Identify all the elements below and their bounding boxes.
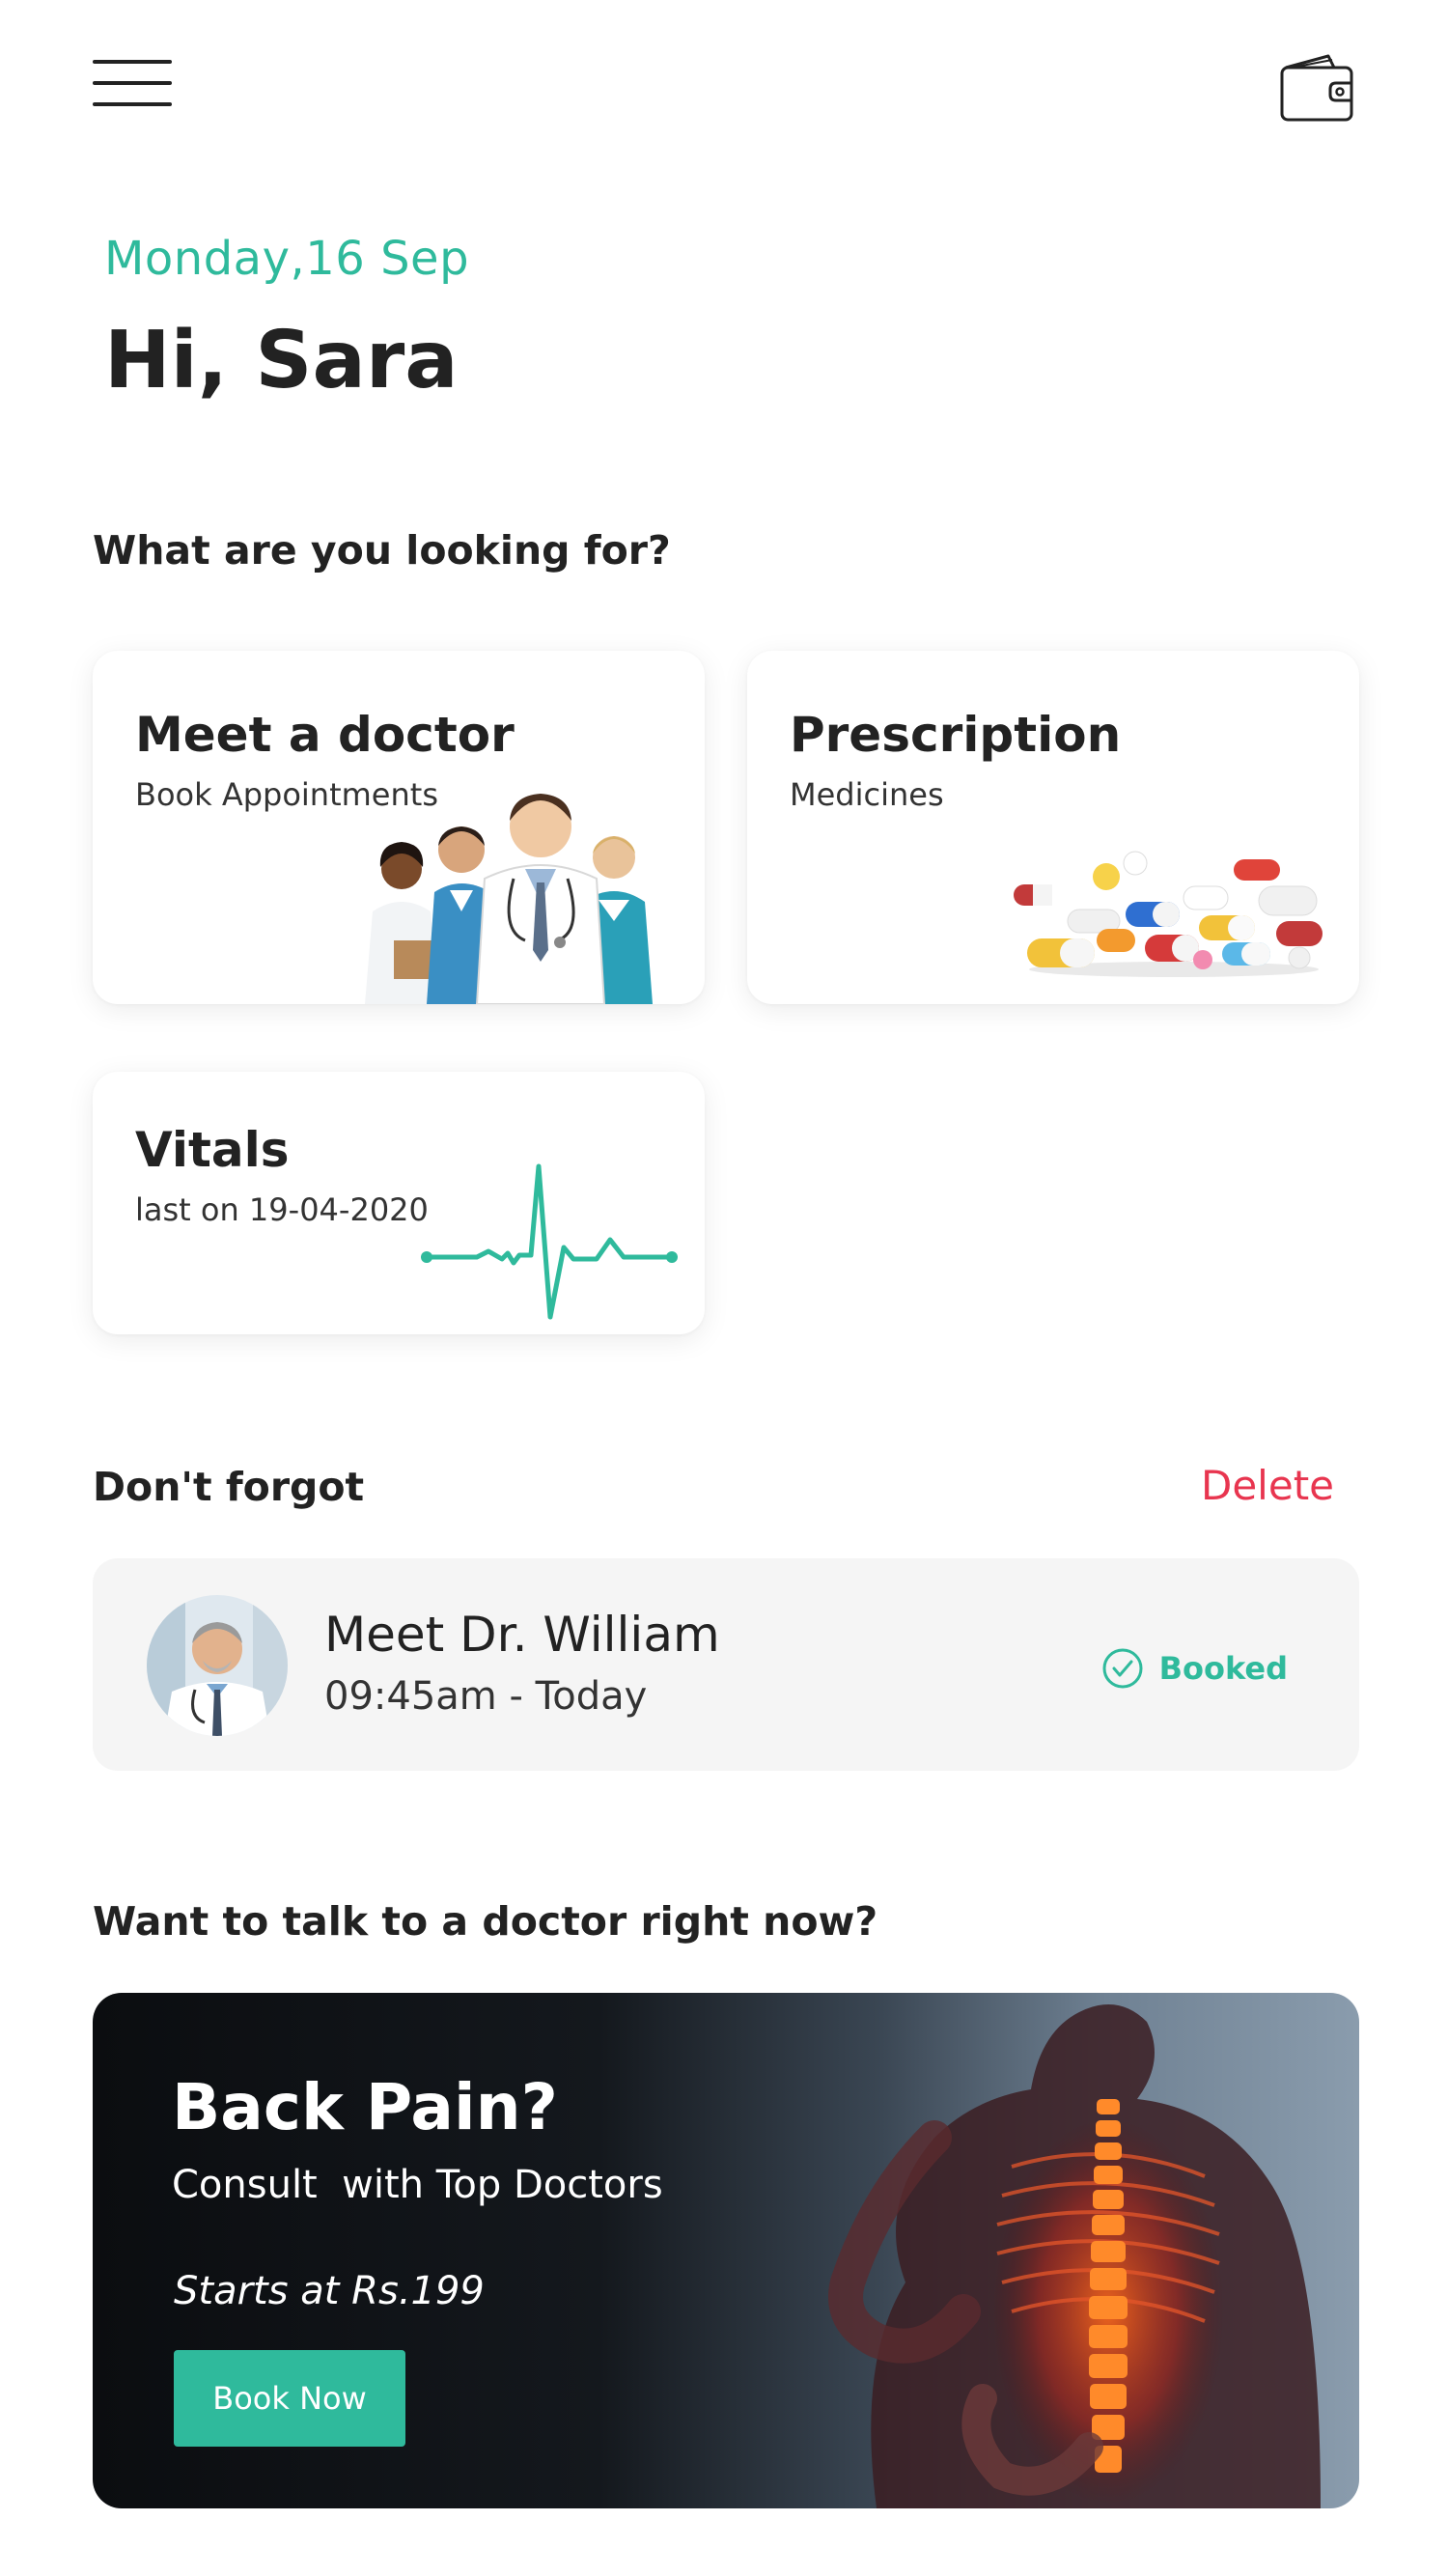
hamburger-menu-icon[interactable]: [93, 56, 172, 110]
card-subtitle: last on 19-04-2020: [135, 1191, 429, 1228]
banner-subtitle: Consult with Top Doctors: [172, 2163, 663, 2207]
greeting-title: Hi, Sara: [104, 315, 459, 406]
pills-image: [1014, 851, 1323, 977]
doctor-avatar: [147, 1595, 288, 1736]
booked-label: Booked: [1158, 1650, 1288, 1687]
card-title: Vitals: [135, 1122, 290, 1178]
date-label: Monday,16 Sep: [104, 232, 470, 286]
section-title-dont-forgot: Don't forgot: [93, 1464, 365, 1510]
banner-price: Starts at Rs.199: [174, 2269, 485, 2313]
banner-title: Back Pain?: [172, 2070, 558, 2144]
section-title-looking-for: What are you looking for?: [93, 527, 671, 574]
prescription-card[interactable]: Prescription Medicines: [747, 651, 1359, 1004]
card-subtitle: Medicines: [790, 776, 944, 813]
appointment-title: Meet Dr. William: [324, 1607, 720, 1663]
back-pain-banner[interactable]: Back Pain? Consult with Top Doctors Star…: [93, 1993, 1359, 2508]
book-now-button[interactable]: Book Now: [174, 2350, 405, 2447]
wallet-icon[interactable]: [1278, 50, 1357, 124]
meet-doctor-card[interactable]: Meet a doctor Book Appointments: [93, 651, 705, 1004]
card-title: Meet a doctor: [135, 707, 515, 763]
doctors-group-image: [365, 794, 653, 1004]
booked-status: Booked: [1101, 1647, 1288, 1690]
appointment-time: 09:45am - Today: [324, 1674, 648, 1719]
section-title-consult: Want to talk to a doctor right now?: [93, 1898, 878, 1945]
top-bar: [93, 54, 1357, 124]
vitals-card[interactable]: Vitals last on 19-04-2020: [93, 1072, 705, 1334]
heartbeat-line-icon: [421, 1163, 678, 1320]
back-pain-illustration: [828, 2004, 1321, 2508]
delete-link[interactable]: Delete: [1201, 1462, 1334, 1509]
check-circle-icon: [1102, 1648, 1143, 1689]
card-title: Prescription: [790, 707, 1122, 763]
appointment-card[interactable]: Meet Dr. William 09:45am - Today Booked: [93, 1558, 1359, 1771]
